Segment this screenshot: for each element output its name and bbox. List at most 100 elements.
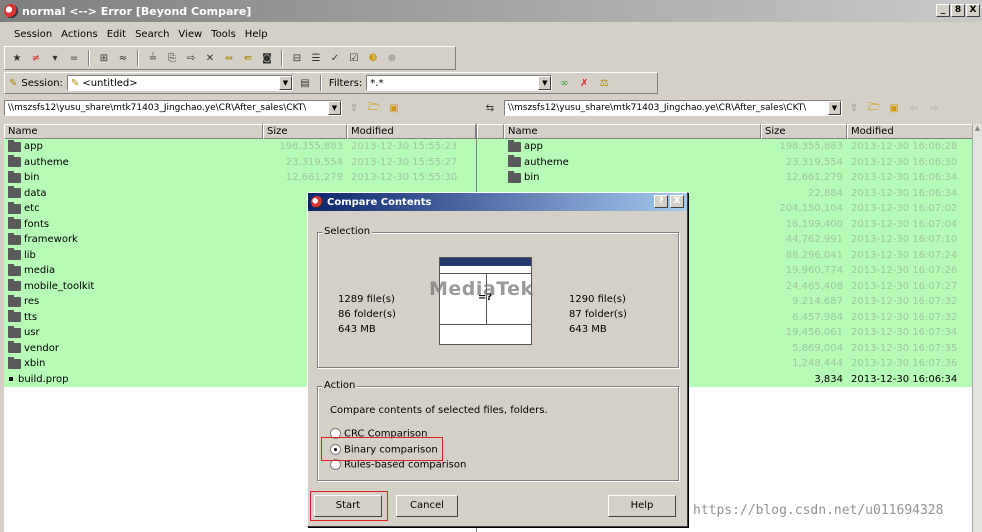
left-col-size[interactable]: Size	[263, 124, 347, 139]
refresh-icon[interactable]: ❸	[365, 50, 381, 66]
show-all-icon[interactable]: ★	[9, 50, 25, 66]
sync-left-icon[interactable]: ⇔	[221, 50, 237, 66]
app-logo-icon	[4, 4, 18, 18]
scroll-up-icon[interactable]: ▲	[973, 124, 982, 132]
menu-search[interactable]: Search	[135, 29, 169, 40]
help-button[interactable]: Help	[608, 495, 676, 517]
left-row[interactable]: bin 12,661,279 2013-12-30 15:55:30	[4, 170, 476, 186]
up-folder-icon[interactable]: ⇧	[346, 100, 362, 116]
right-folder-count: 87 folder(s)	[569, 309, 627, 320]
compare-icon[interactable]: ≟	[145, 50, 161, 66]
folder-icon	[8, 325, 21, 338]
filter-off-icon[interactable]: ✗	[576, 75, 592, 91]
save-session-icon[interactable]: ▤	[297, 75, 313, 91]
left-row[interactable]: app 198,355,883 2013-12-30 15:55:23	[4, 139, 476, 155]
filters-input[interactable]: *.* ▼	[366, 75, 553, 91]
menu-view[interactable]: View	[178, 29, 202, 40]
forward-arrow-icon[interactable]: ⇨	[926, 100, 942, 116]
right-file-count: 1290 file(s)	[569, 294, 626, 305]
session-bar: ✎ Session: ✎ <untitled> ▼ ▤ Filters: *.* …	[4, 72, 658, 94]
camera-icon[interactable]: ◙	[259, 50, 275, 66]
orphans-icon[interactable]: ⊞	[96, 50, 112, 66]
menu-help[interactable]: Help	[245, 29, 268, 40]
select-icon[interactable]: ✓	[327, 50, 343, 66]
right-row[interactable]: bin 12,661,279 2013-12-30 16:06:34	[504, 170, 976, 186]
right-row[interactable]: autheme 23,319,554 2013-12-30 16:06:30	[504, 154, 976, 170]
right-row-modified: 2013-12-30 16:06:28	[851, 141, 958, 153]
left-file-count: 1289 file(s)	[338, 294, 395, 305]
left-path-input[interactable]: \\mszsfs12\yusu_share\mtk71403_Jingchao.…	[4, 100, 342, 116]
left-col-modified[interactable]: Modified	[347, 124, 476, 139]
up-folder-icon[interactable]: ⇧	[846, 100, 862, 116]
collapse-icon[interactable]: ☰	[308, 50, 324, 66]
menu-edit[interactable]: Edit	[107, 29, 126, 40]
selection-label: Selection	[322, 226, 373, 237]
session-combo[interactable]: ✎ <untitled> ▼	[66, 75, 293, 91]
copy-icon[interactable]: ⎘	[164, 50, 180, 66]
menu-tools[interactable]: Tools	[211, 29, 236, 40]
right-row[interactable]: app 198,355,883 2013-12-30 16:06:28	[504, 139, 976, 155]
left-row-name: tts	[24, 311, 38, 323]
chevron-down-icon[interactable]: ▼	[828, 101, 841, 115]
open-folder-icon[interactable]: 🗁	[866, 100, 882, 116]
right-row-modified: 2013-12-30 16:07:35	[851, 342, 958, 354]
swap-sides-icon[interactable]: ⇆	[482, 100, 498, 116]
action-description: Compare contents of selected files, fold…	[330, 405, 548, 416]
browse-folder-icon[interactable]: ▣	[386, 100, 402, 116]
open-folder-icon[interactable]: 🗁	[366, 100, 382, 116]
right-row-size: 88,296,041	[785, 249, 843, 261]
move-icon[interactable]: ⇨	[183, 50, 199, 66]
show-same-icon[interactable]: =	[66, 50, 82, 66]
right-row-modified: 2013-12-30 16:06:34	[851, 373, 958, 385]
stop-icon[interactable]: ⊗	[384, 50, 400, 66]
close-button[interactable]: X	[966, 4, 980, 17]
binary-highlight-box	[321, 437, 443, 461]
right-path-input[interactable]: \\mszsfs12\yusu_share\mtk71403_Jingchao.…	[504, 100, 842, 116]
left-row-name: bin	[24, 172, 40, 184]
back-arrow-icon[interactable]: ⇦	[906, 100, 922, 116]
check-icon[interactable]: ☑	[346, 50, 362, 66]
right-col-name[interactable]: Name	[504, 124, 761, 139]
right-row-modified: 2013-12-30 16:07:10	[851, 234, 958, 246]
chevron-down-icon[interactable]: ▼	[328, 101, 341, 115]
menu-session[interactable]: Session	[14, 29, 52, 40]
session-value: <untitled>	[82, 77, 138, 89]
left-row-name: usr	[24, 327, 40, 339]
menu-actions[interactable]: Actions	[61, 29, 98, 40]
left-row-name: etc	[24, 203, 40, 215]
right-row-modified: 2013-12-30 16:07:32	[851, 311, 958, 323]
left-row[interactable]: autheme 23,319,554 2013-12-30 15:55:27	[4, 154, 476, 170]
left-folder-count: 86 folder(s)	[338, 309, 396, 320]
show-diffs-icon[interactable]: ≠	[28, 50, 44, 66]
approx-icon[interactable]: ≈	[115, 50, 131, 66]
vertical-scrollbar[interactable]: ▲	[972, 124, 982, 532]
chevron-down-icon[interactable]: ▼	[538, 76, 552, 90]
filter-on-icon[interactable]: ∞	[556, 75, 572, 91]
filter-options-icon[interactable]: ⚖	[596, 75, 612, 91]
left-row-name: build.prop	[18, 373, 69, 385]
expand-icon[interactable]: ⊟	[289, 50, 305, 66]
browse-folder-icon[interactable]: ▣	[886, 100, 902, 116]
chevron-down-icon[interactable]: ▼	[278, 76, 292, 90]
maximize-button[interactable]: 8	[951, 4, 965, 17]
delete-icon[interactable]: ✕	[202, 50, 218, 66]
right-row-name: bin	[524, 172, 540, 184]
folder-icon	[8, 356, 21, 369]
folder-icon	[8, 248, 21, 261]
cancel-button[interactable]: Cancel	[396, 495, 458, 517]
right-row-modified: 2013-12-30 16:07:34	[851, 327, 958, 339]
dialog-close-button[interactable]: X	[670, 195, 684, 208]
minimize-button[interactable]: _	[936, 4, 950, 17]
dialog-help-button[interactable]: ?	[654, 195, 668, 208]
dropdown-icon[interactable]: ▾	[47, 50, 63, 66]
start-highlight-box	[310, 491, 388, 521]
title-bar: normal <--> Error [Beyond Compare] _ 8 X	[0, 0, 982, 22]
right-col-size[interactable]: Size	[761, 124, 847, 139]
left-col-name[interactable]: Name	[4, 124, 263, 139]
right-row-size: 24,465,408	[785, 280, 843, 292]
right-row-size: 16,199,400	[785, 218, 843, 230]
right-col-modified[interactable]: Modified	[847, 124, 976, 139]
session-label: Session:	[21, 77, 63, 89]
folder-icon	[8, 201, 21, 214]
sync-right-icon[interactable]: ⇚	[240, 50, 256, 66]
